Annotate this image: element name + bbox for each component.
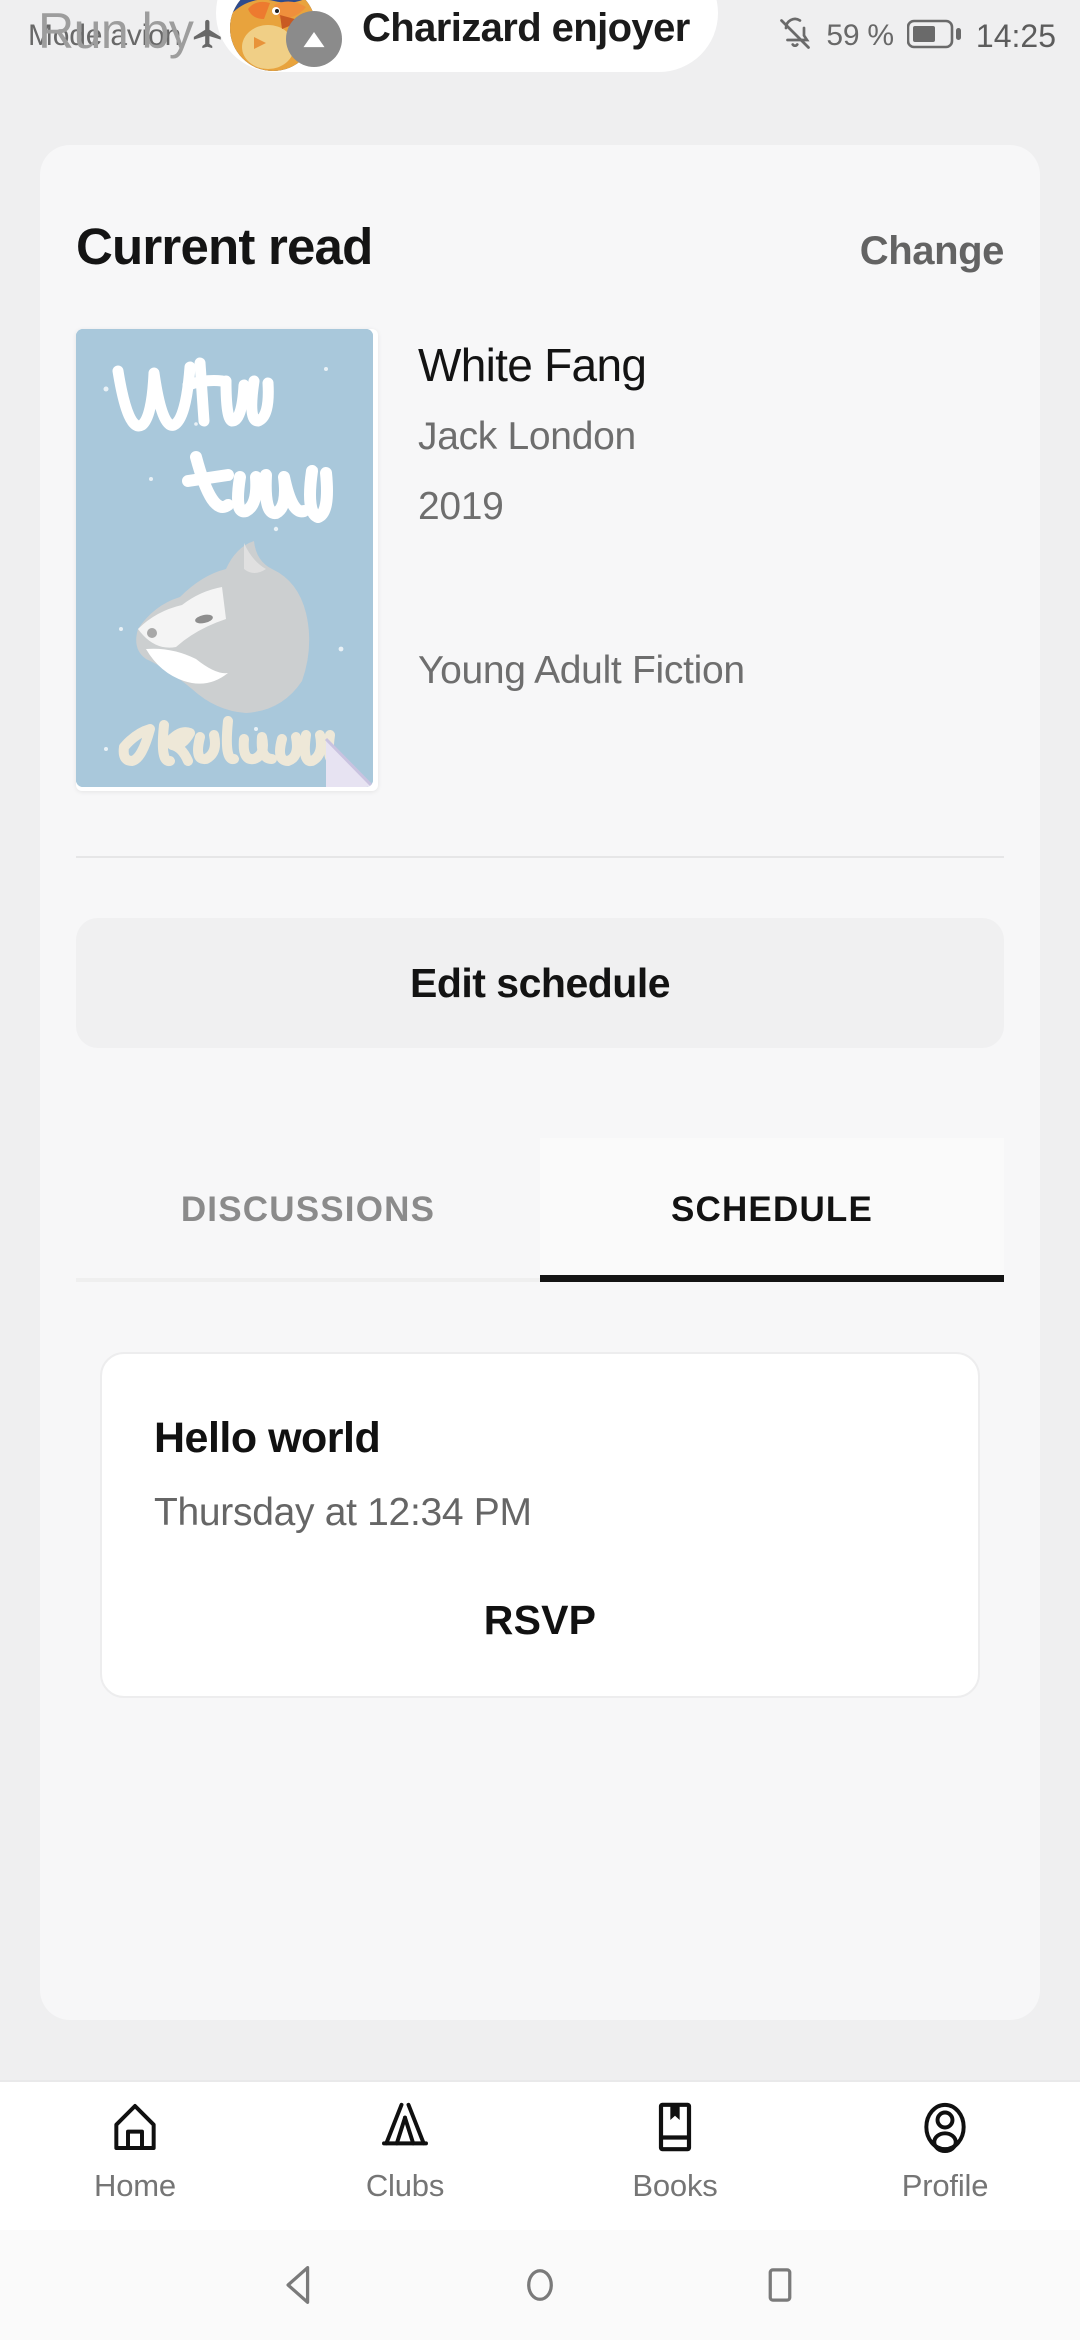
schedule-item-datetime: Thursday at 12:34 PM: [154, 1491, 532, 1534]
tent-icon: [377, 2098, 433, 2156]
tab-bar: DISCUSSIONS SCHEDULE: [76, 1138, 1004, 1282]
club-owner-pill[interactable]: Charizard enjoyer: [216, 0, 718, 72]
nav-item-books[interactable]: Books: [540, 2098, 810, 2204]
nav-item-clubs[interactable]: Clubs: [270, 2098, 540, 2204]
edit-schedule-label: Edit schedule: [409, 959, 671, 1006]
tab-schedule-label: SCHEDULE: [670, 1190, 874, 1229]
nav-item-clubs-label: Clubs: [365, 2168, 445, 2203]
recents-square-icon[interactable]: [754, 2259, 806, 2311]
bell-muted-icon: [777, 16, 813, 57]
home-circle-icon[interactable]: [514, 2259, 566, 2311]
rsvp-button[interactable]: RSVP: [484, 1597, 596, 1644]
book-cover-image: [76, 329, 373, 787]
current-read-card: Current read Change White Fang Jack Lond…: [40, 145, 1040, 2020]
profile-icon: [917, 2098, 973, 2156]
nav-item-profile-label: Profile: [901, 2168, 989, 2203]
status-bar-left: Mode avion: [28, 17, 225, 56]
owner-avatar-wrap: [230, 0, 342, 71]
nav-item-home[interactable]: Home: [0, 2098, 270, 2204]
tab-discussions-underline: [76, 1278, 540, 1282]
status-bar: Mode avion 59 % 14:25 Run by Charizard e…: [0, 0, 1080, 72]
schedule-item-actions: RSVP: [154, 1597, 926, 1644]
section-divider: [76, 856, 1004, 858]
tab-discussions-label: DISCUSSIONS: [180, 1190, 436, 1229]
book-title-label: White Fang: [418, 339, 647, 391]
book-metadata: White Fang Jack London 2019 Young Adult …: [378, 329, 1004, 791]
book-bookmark-icon: [647, 2098, 703, 2156]
android-navigation-bar: [0, 2230, 1080, 2340]
battery-percent-label: 59 %: [826, 19, 894, 52]
owner-name-label: Charizard enjoyer: [362, 5, 690, 50]
schedule-item-card[interactable]: Hello world Thursday at 12:34 PM RSVP: [100, 1352, 980, 1698]
page-title: Current read: [76, 218, 373, 275]
nav-item-profile[interactable]: Profile: [810, 2098, 1080, 2204]
tab-schedule[interactable]: SCHEDULE: [540, 1138, 1004, 1282]
book-genre-label: Young Adult Fiction: [418, 649, 745, 693]
chevron-up-badge-icon: [286, 11, 342, 67]
scroll-body: Current read Change White Fang Jack Lond…: [0, 72, 1080, 2080]
schedule-item-title: Hello world: [154, 1414, 381, 1462]
battery-icon: [906, 19, 963, 54]
app-screen: Mode avion 59 % 14:25 Run by Charizard e…: [0, 0, 1080, 2340]
back-triangle-icon[interactable]: [274, 2259, 326, 2311]
book-year-label: 2019: [418, 485, 504, 529]
clock-label: 14:25: [975, 17, 1056, 54]
nav-item-home-label: Home: [94, 2168, 176, 2203]
current-read-header: Current read Change: [76, 145, 1004, 276]
book-row: White Fang Jack London 2019 Young Adult …: [76, 329, 1004, 791]
status-bar-right: 59 % 14:25: [777, 16, 1056, 57]
tab-discussions[interactable]: DISCUSSIONS: [76, 1138, 540, 1282]
edit-schedule-button[interactable]: Edit schedule: [76, 918, 1004, 1048]
home-icon: [107, 2098, 163, 2156]
book-cover-frame[interactable]: [76, 329, 378, 791]
change-book-button[interactable]: Change: [860, 229, 1005, 274]
tab-schedule-underline: [540, 1275, 1004, 1282]
nav-item-books-label: Books: [632, 2168, 718, 2203]
bottom-navigation: Home Clubs Books Profile: [0, 2080, 1080, 2230]
book-author-label: Jack London: [418, 415, 636, 459]
airplane-mode-label: Mode avion: [28, 19, 182, 52]
